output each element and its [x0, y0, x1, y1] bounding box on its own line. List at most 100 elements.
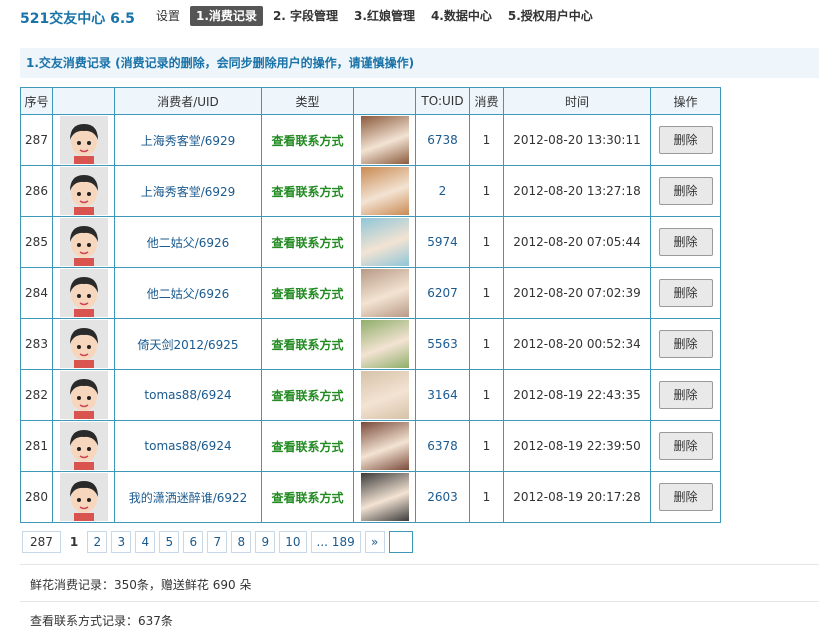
target-photo-cell[interactable] — [353, 216, 416, 268]
pager-page-link[interactable]: 7 — [207, 531, 228, 553]
avatar — [59, 116, 108, 164]
nav-field-management[interactable]: 2. 字段管理 — [267, 6, 344, 26]
time-cell: 2012-08-20 07:05:44 — [503, 216, 651, 268]
consumer-name[interactable]: 我的潇洒迷醉谁/6922 — [129, 491, 248, 505]
delete-button[interactable]: 删除 — [658, 177, 713, 205]
delete-button[interactable]: 删除 — [658, 330, 713, 358]
consumer-name[interactable]: 倚天剑2012/6925 — [137, 338, 238, 352]
to-uid-link[interactable]: 5563 — [427, 337, 458, 351]
table-row: 285 他二姑父/6926 查看联系方式 5974 1 2012-08-20 07:05:… — [20, 216, 721, 268]
consumer-link[interactable]: 倚天剑2012/6925 — [114, 318, 262, 370]
pager-page-link[interactable]: ... 189 — [310, 531, 361, 553]
consumer-name[interactable]: 上海秀客堂/6929 — [141, 134, 236, 148]
delete-button[interactable]: 删除 — [658, 432, 713, 460]
section-title: 1.交友消费记录 (消费记录的删除，会同步删除用户的操作，请谨慎操作) — [20, 48, 819, 78]
spend-cell: 1 — [469, 114, 504, 166]
col-header-spend: 消费 — [469, 87, 504, 115]
type-cell: 查看联系方式 — [261, 216, 354, 268]
row-no: 283 — [20, 318, 53, 370]
pager-page-link[interactable]: 4 — [135, 531, 156, 553]
target-photo-cell[interactable] — [353, 114, 416, 166]
col-header-photo — [353, 87, 416, 115]
pager-page-link[interactable]: 8 — [231, 531, 252, 553]
consumer-name[interactable]: tomas88/6924 — [144, 388, 231, 402]
pager-jump-input[interactable] — [388, 531, 413, 553]
to-uid-link[interactable]: 6378 — [427, 439, 458, 453]
target-photo[interactable] — [360, 218, 409, 266]
table-row: 286 上海秀客堂/6929 查看联系方式 2 1 2012-08-20 13:27:18… — [20, 165, 721, 217]
delete-button[interactable]: 删除 — [658, 381, 713, 409]
consumer-name[interactable]: 他二姑父/6926 — [147, 236, 230, 250]
nav-matchmaker-management[interactable]: 3.红娘管理 — [348, 6, 421, 26]
delete-button[interactable]: 删除 — [658, 279, 713, 307]
pager-page-link[interactable]: 6 — [183, 531, 204, 553]
target-photo[interactable] — [360, 320, 409, 368]
consumer-link[interactable]: tomas88/6924 — [114, 369, 262, 421]
consumer-link[interactable]: tomas88/6924 — [114, 420, 262, 472]
pager-next[interactable]: » — [364, 531, 385, 553]
to-uid-cell[interactable]: 6207 — [415, 267, 470, 319]
target-photo[interactable] — [360, 422, 409, 470]
target-photo[interactable] — [360, 269, 409, 317]
delete-button[interactable]: 删除 — [658, 228, 713, 256]
target-photo-cell[interactable] — [353, 318, 416, 370]
pager-page-link[interactable]: 9 — [255, 531, 276, 553]
consumer-name[interactable]: tomas88/6924 — [144, 439, 231, 453]
consumer-name[interactable]: 他二姑父/6926 — [147, 287, 230, 301]
to-uid-link[interactable]: 2 — [439, 184, 447, 198]
spend-cell: 1 — [469, 369, 504, 421]
target-photo-cell[interactable] — [353, 369, 416, 421]
app-title: 521交友中心 6.5 — [20, 11, 135, 27]
target-photo[interactable] — [360, 371, 409, 419]
nav-data-center[interactable]: 4.数据中心 — [425, 6, 498, 26]
to-uid-link[interactable]: 2603 — [427, 490, 458, 504]
target-photo[interactable] — [360, 473, 409, 521]
to-uid-cell[interactable]: 6378 — [415, 420, 470, 472]
to-uid-link[interactable]: 6738 — [427, 133, 458, 147]
nav-consumption-records[interactable]: 1.消费记录 — [190, 6, 263, 26]
time-cell: 2012-08-19 22:43:35 — [503, 369, 651, 421]
to-uid-cell[interactable]: 2 — [415, 165, 470, 217]
delete-button[interactable]: 删除 — [658, 126, 713, 154]
to-uid-cell[interactable]: 5974 — [415, 216, 470, 268]
to-uid-cell[interactable]: 6738 — [415, 114, 470, 166]
target-photo[interactable] — [360, 116, 409, 164]
type-label: 查看联系方式 — [271, 286, 344, 301]
to-uid-cell[interactable]: 5563 — [415, 318, 470, 370]
to-uid-link[interactable]: 3164 — [427, 388, 458, 402]
consumer-link[interactable]: 上海秀客堂/6929 — [114, 114, 262, 166]
type-cell: 查看联系方式 — [261, 369, 354, 421]
nav-settings[interactable]: 设置 — [150, 6, 186, 26]
target-photo-cell[interactable] — [353, 420, 416, 472]
type-label: 查看联系方式 — [271, 388, 344, 403]
table-row: 287 上海秀客堂/6929 查看联系方式 6738 1 2012-08-20 13:30… — [20, 114, 721, 166]
type-label: 查看联系方式 — [271, 337, 344, 352]
row-no: 282 — [20, 369, 53, 421]
target-photo[interactable] — [360, 167, 409, 215]
target-photo-cell[interactable] — [353, 165, 416, 217]
target-photo-cell[interactable] — [353, 471, 416, 523]
nav-authorized-user-center[interactable]: 5.授权用户中心 — [502, 6, 599, 26]
consumer-name[interactable]: 上海秀客堂/6929 — [141, 185, 236, 199]
to-uid-cell[interactable]: 3164 — [415, 369, 470, 421]
consumer-link[interactable]: 他二姑父/6926 — [114, 216, 262, 268]
type-cell: 查看联系方式 — [261, 165, 354, 217]
delete-button[interactable]: 删除 — [658, 483, 713, 511]
time-cell: 2012-08-19 20:17:28 — [503, 471, 651, 523]
consumer-link[interactable]: 他二姑父/6926 — [114, 267, 262, 319]
col-header-avatar — [52, 87, 115, 115]
pager-page-link[interactable]: 5 — [159, 531, 180, 553]
consumer-link[interactable]: 上海秀客堂/6929 — [114, 165, 262, 217]
to-uid-link[interactable]: 6207 — [427, 286, 458, 300]
to-uid-cell[interactable]: 2603 — [415, 471, 470, 523]
pager-page-link[interactable]: 3 — [111, 531, 132, 553]
pager-page-link[interactable]: 2 — [87, 531, 108, 553]
consumer-link[interactable]: 我的潇洒迷醉谁/6922 — [114, 471, 262, 523]
pager-current-page: 1 — [69, 535, 79, 549]
table-header-row: 序号 消费者/UID 类型 TO:UID 消费 时间 操作 — [20, 87, 721, 115]
spend-cell: 1 — [469, 165, 504, 217]
pager-page-link[interactable]: 10 — [279, 531, 307, 553]
to-uid-link[interactable]: 5974 — [427, 235, 458, 249]
target-photo-cell[interactable] — [353, 267, 416, 319]
spend-cell: 1 — [469, 267, 504, 319]
